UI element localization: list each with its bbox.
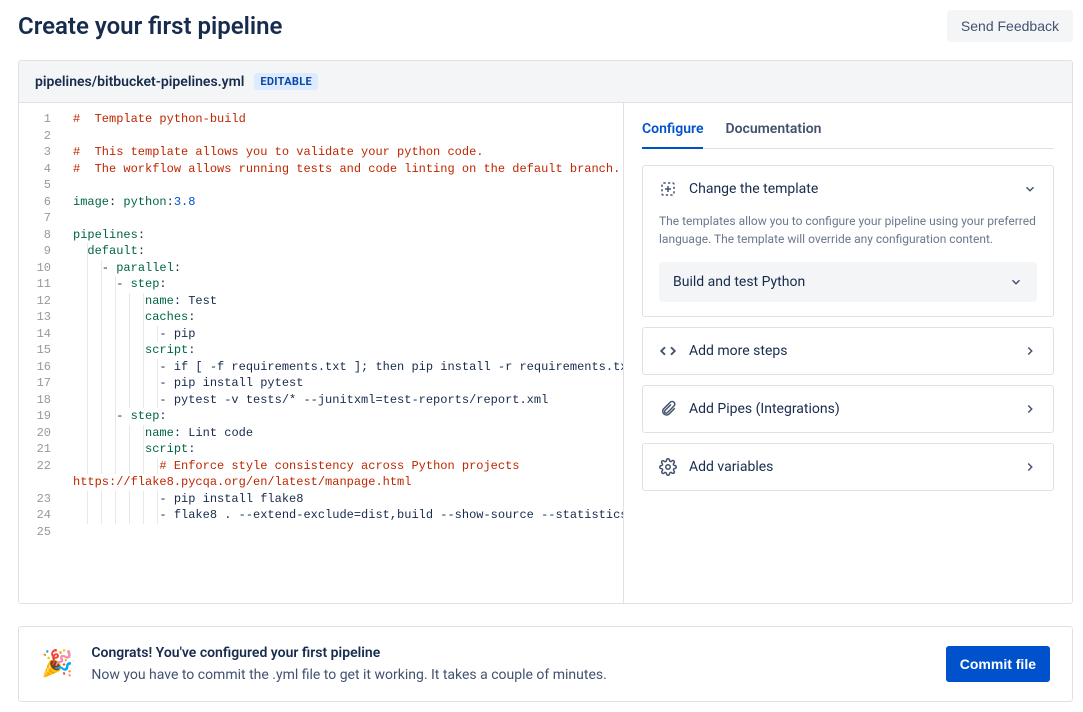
template-icon (659, 180, 677, 198)
chevron-down-icon (1009, 275, 1023, 289)
add-steps-panel: Add more steps (642, 327, 1054, 375)
file-path: pipelines/bitbucket-pipelines.yml (35, 74, 244, 90)
code-editor[interactable]: 12345678910111213141516171819202122 2324… (19, 103, 624, 603)
add-steps-label: Add more steps (689, 343, 1011, 359)
template-select-value: Build and test Python (673, 274, 805, 290)
add-variables-label: Add variables (689, 459, 1011, 475)
send-feedback-button[interactable]: Send Feedback (947, 10, 1073, 42)
page-header: Create your first pipeline Send Feedback (18, 10, 1073, 42)
template-select[interactable]: Build and test Python (659, 262, 1037, 302)
tab-configure[interactable]: Configure (642, 121, 703, 149)
code-icon (659, 342, 677, 360)
footer-subtitle: Now you have to commit the .yml file to … (91, 667, 927, 683)
add-pipes-panel: Add Pipes (Integrations) (642, 385, 1054, 433)
sidebar-tabs: Configure Documentation (642, 121, 1054, 149)
change-template-desc: The templates allow you to configure you… (659, 212, 1037, 248)
line-gutter: 12345678910111213141516171819202122 2324… (19, 103, 69, 603)
change-template-label: Change the template (689, 181, 1011, 197)
code-area[interactable]: # Template python-build # This template … (69, 103, 624, 603)
editable-badge: EDITABLE (254, 73, 318, 90)
change-template-panel: Change the template The templates allow … (642, 165, 1054, 317)
chevron-right-icon (1023, 402, 1037, 416)
add-pipes-label: Add Pipes (Integrations) (689, 401, 1011, 417)
attachment-icon (659, 400, 677, 418)
commit-footer: 🎉 Congrats! You've configured your first… (18, 626, 1073, 702)
file-header: pipelines/bitbucket-pipelines.yml EDITAB… (19, 61, 1072, 103)
chevron-down-icon (1023, 182, 1037, 196)
chevron-right-icon (1023, 460, 1037, 474)
footer-title: Congrats! You've configured your first p… (91, 645, 927, 661)
commit-file-button[interactable]: Commit file (946, 646, 1050, 682)
config-sidebar: Configure Documentation Change the templ… (624, 103, 1072, 603)
add-variables-panel: Add variables (642, 443, 1054, 491)
add-pipes-header[interactable]: Add Pipes (Integrations) (643, 386, 1053, 432)
tab-documentation[interactable]: Documentation (725, 121, 821, 148)
add-steps-header[interactable]: Add more steps (643, 328, 1053, 374)
gear-icon (659, 458, 677, 476)
confetti-icon: 🎉 (41, 649, 73, 679)
page-title: Create your first pipeline (18, 12, 282, 40)
editor-card: pipelines/bitbucket-pipelines.yml EDITAB… (18, 60, 1073, 604)
change-template-header[interactable]: Change the template (643, 166, 1053, 212)
add-variables-header[interactable]: Add variables (643, 444, 1053, 490)
chevron-right-icon (1023, 344, 1037, 358)
